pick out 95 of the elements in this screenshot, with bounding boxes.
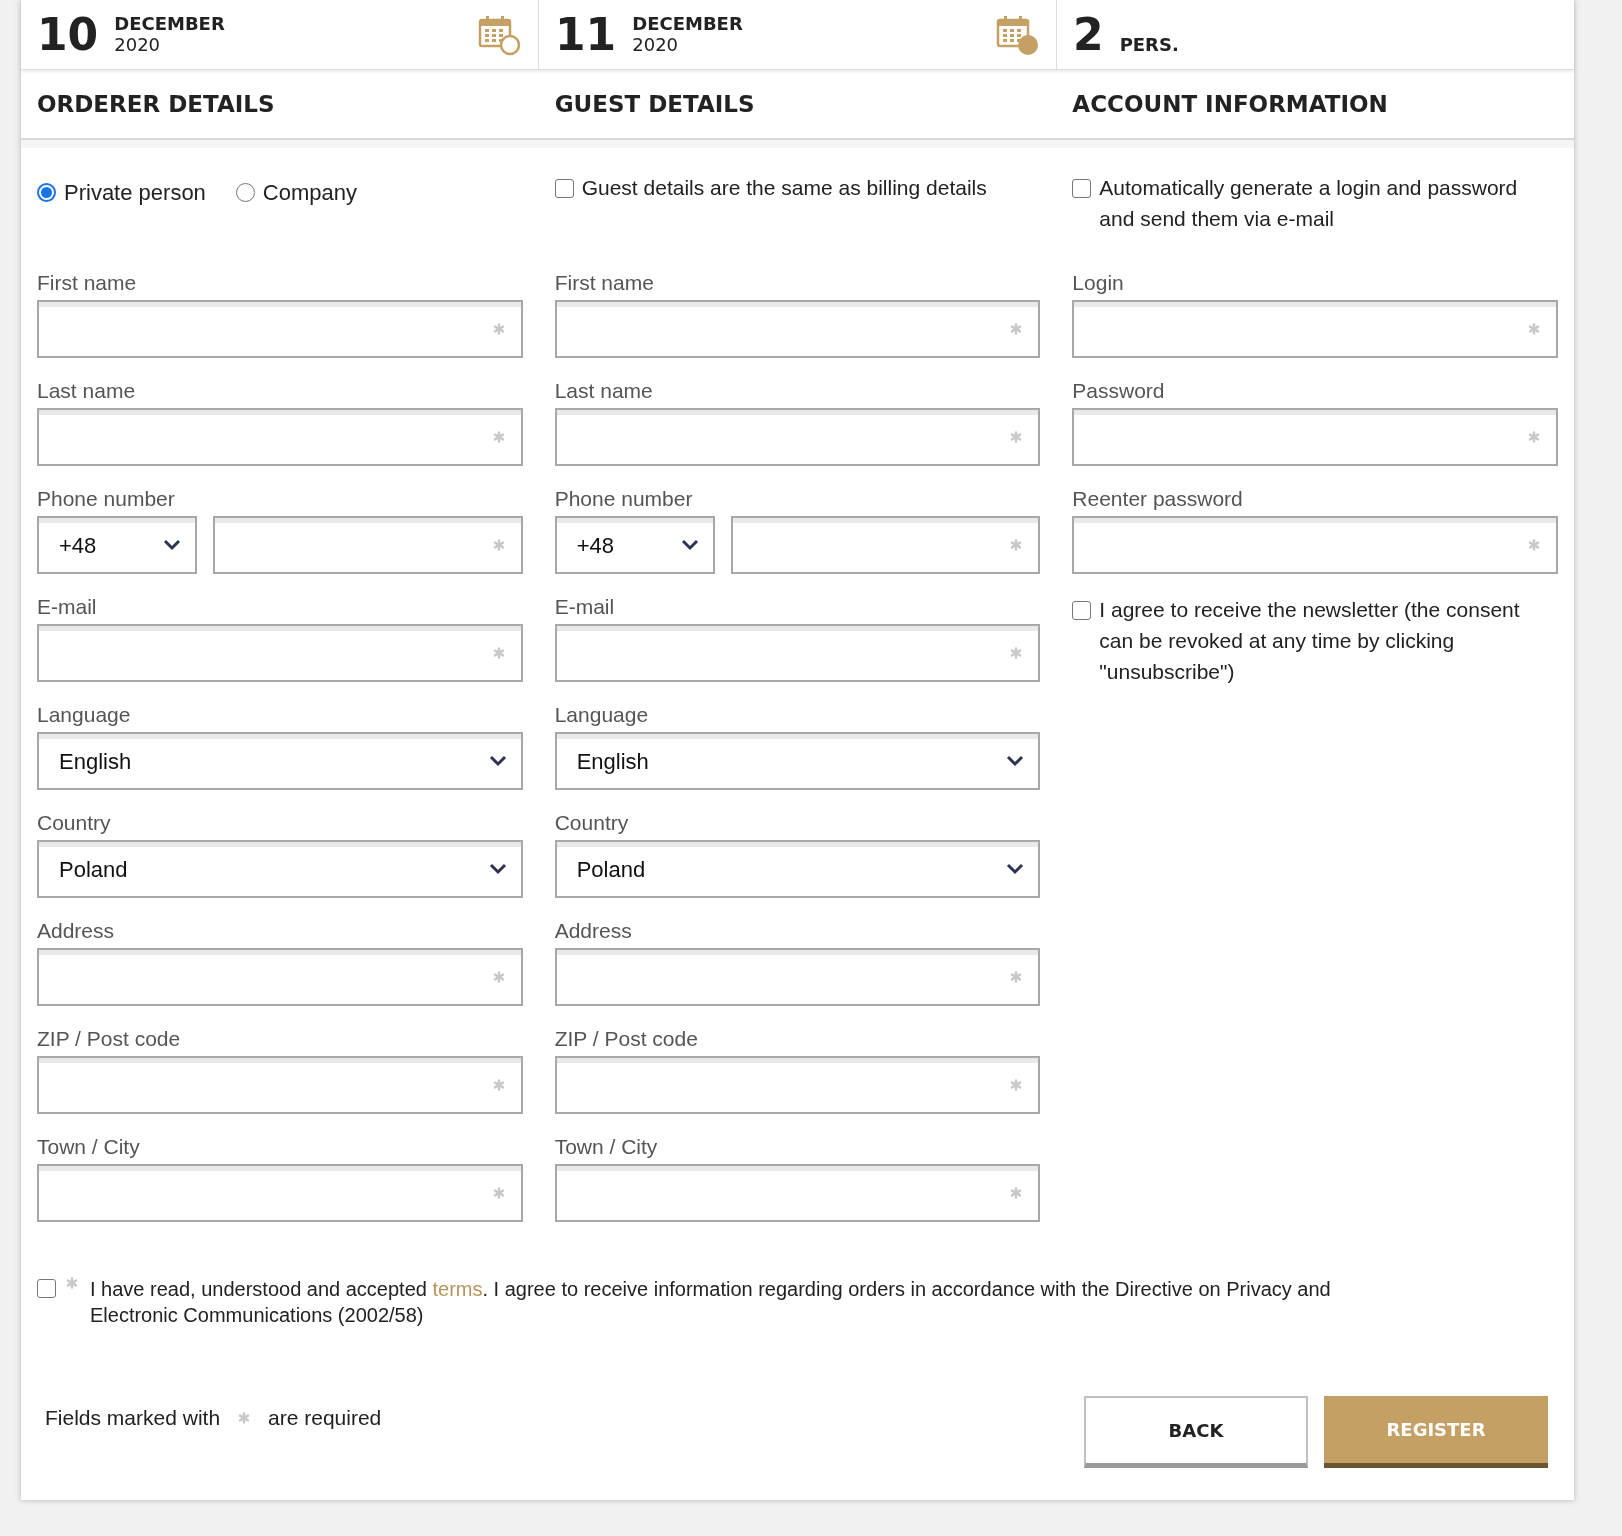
input-field[interactable] [554,408,1041,466]
month-label: PERS. [1119,33,1179,55]
input-field[interactable] [37,948,523,1006]
input-field[interactable] [554,1056,1041,1114]
chevron-down-icon [680,539,699,551]
field-label: Country [554,810,630,836]
required-icon [492,1079,505,1091]
field-label: Address [37,918,116,944]
year-label: 2020 [632,33,680,55]
input-field[interactable] [730,516,1041,574]
field-label: Password [1072,378,1166,404]
input-field[interactable] [554,1164,1041,1222]
checkbox[interactable] [37,1279,56,1298]
checkbox[interactable] [1072,179,1092,198]
field-label: Country [37,810,112,836]
checkbox[interactable] [1072,601,1092,620]
field-label: Language [554,702,650,728]
radio-label: Private person [64,179,206,207]
required-icon [1010,431,1023,443]
required-icon [1010,539,1023,551]
select-field[interactable]: +48 [37,516,197,574]
select-field[interactable]: English [37,732,523,790]
chevron-down-icon [488,863,507,875]
input-field[interactable] [37,1056,523,1114]
required-icon [238,1412,251,1424]
required-icon [492,1187,505,1199]
checkbox[interactable] [554,179,574,198]
chevron-down-icon [163,539,181,551]
required-icon [1528,431,1540,443]
select-field[interactable]: English [554,732,1041,790]
terms-text: I have read, understood and accepted terms. I agree to receive information regarding orders in accordance with the Directive on Privacy and Electronic Communications (2002/58) [90,1277,1332,1328]
required-note: are required [268,1405,382,1432]
field-label: Language [37,702,132,728]
section-title: GUEST DETAILS [554,89,755,119]
field-label: ZIP / Post code [554,1026,699,1052]
date-number: 2 [1073,10,1104,59]
field-label: ZIP / Post code [37,1026,182,1052]
required-icon [492,647,505,659]
date-number: 11 [555,10,617,59]
input-field[interactable] [554,948,1041,1006]
required-icon [1010,323,1023,335]
input-field[interactable] [37,624,523,682]
calendar-icon [996,13,1040,56]
input-field[interactable] [37,408,523,466]
field-label: Address [554,918,633,944]
checkbox-label: I agree to receive the newsletter (the consent can be revoked at any time by clicking "unsubscribe") [1099,597,1521,685]
required-icon [492,971,505,983]
field-label: Reenter password [1072,486,1244,512]
field-label: Last name [554,378,654,404]
date-number: 10 [37,10,99,59]
month-label: DECEMBER [114,12,225,34]
field-label: E-mail [554,594,616,620]
input-field[interactable] [1072,300,1558,358]
select-field[interactable]: Poland [37,840,523,898]
month-label: DECEMBER [632,12,743,34]
input-field[interactable] [554,300,1041,358]
chevron-down-icon [1006,755,1025,767]
required-icon [492,323,505,335]
required-note: Fields marked with [45,1405,221,1432]
field-label: Last name [37,378,137,404]
required-icon [492,431,505,443]
required-icon [1010,971,1023,983]
field-label: First name [37,270,138,296]
field-label: Town / City [554,1134,659,1160]
input-field[interactable] [213,516,523,574]
checkbox-label: Guest details are the same as billing details [581,175,987,201]
input-field[interactable] [554,624,1041,682]
input-field[interactable] [1072,408,1558,466]
chevron-down-icon [1006,863,1025,875]
field-label: Phone number [37,486,176,512]
section-title: ACCOUNT INFORMATION [1072,89,1388,119]
required-icon [492,539,505,551]
radio-label: Company [262,179,357,207]
required-icon [1528,539,1540,551]
field-label: First name [554,270,655,296]
input-field[interactable] [37,300,523,358]
required-icon [1010,1079,1023,1091]
input-field[interactable] [1072,516,1558,574]
select-field[interactable]: +48 [554,516,715,574]
field-label: Phone number [554,486,694,512]
select-field[interactable]: Poland [554,840,1041,898]
back-button[interactable]: BACK [1084,1396,1308,1468]
required-icon [1010,647,1023,659]
calendar-icon [478,13,522,56]
chevron-down-icon [488,755,507,767]
required-icon [1010,1187,1023,1199]
checkbox-label: Automatically generate a login and password and send them via e-mail [1099,175,1519,232]
field-label: Town / City [37,1134,141,1160]
field-label: E-mail [37,594,98,620]
section-title: ORDERER DETAILS [37,89,275,119]
year-label: 2020 [114,33,162,55]
required-icon [1528,323,1540,335]
radio-button[interactable] [37,183,56,202]
input-field[interactable] [37,1164,523,1222]
field-label: Login [1072,270,1125,296]
